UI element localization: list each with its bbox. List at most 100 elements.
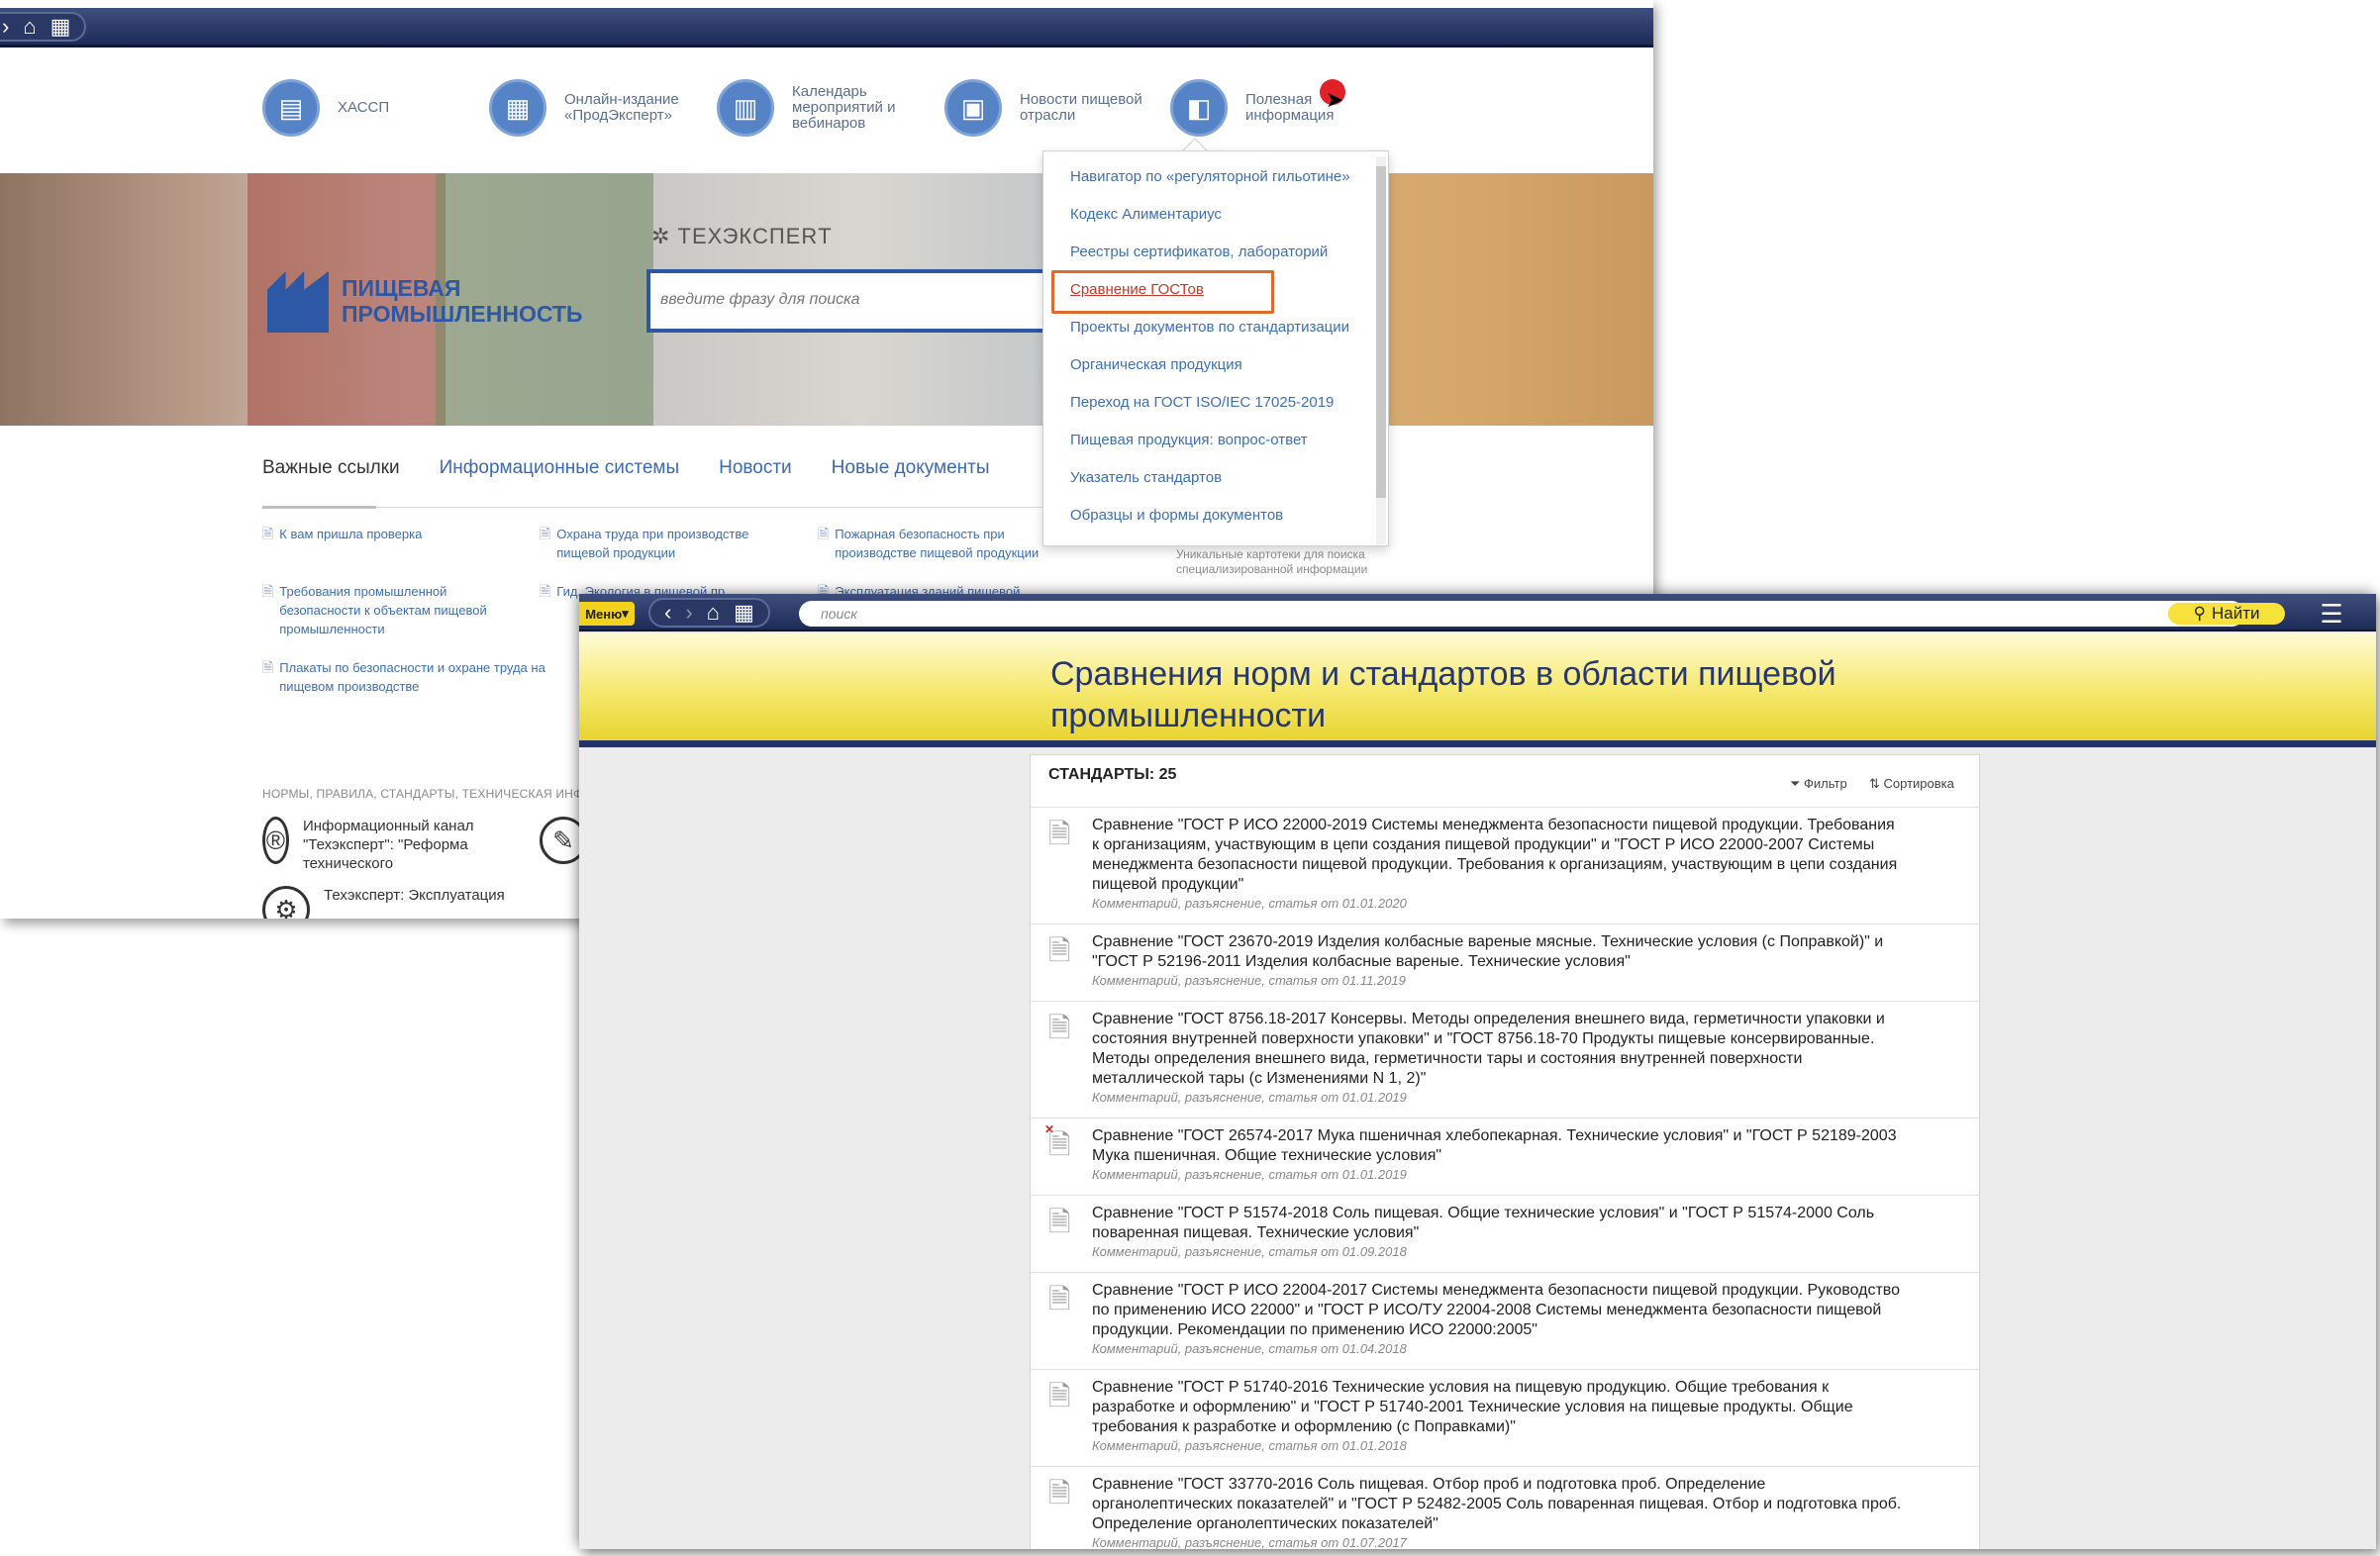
document-title-text: Сравнение "ГОСТ Р 51574-2018 Соль пищева… bbox=[1092, 1205, 1875, 1241]
link-labor-safety[interactable]: 🗎 Охрана труда при производстве пищевой п… bbox=[540, 525, 777, 562]
home-icon[interactable]: ⌂ bbox=[707, 602, 720, 624]
back-icon[interactable]: ‹ bbox=[664, 602, 671, 624]
tab-new-documents[interactable]: Новые документы bbox=[832, 457, 990, 479]
tab-info-systems[interactable]: Информационные системы bbox=[440, 457, 679, 479]
portal-toolbar: › ⌂ ▦ bbox=[0, 8, 1653, 48]
link-industrial-safety[interactable]: 🗎 Требования промышленной безопасности к … bbox=[262, 582, 510, 638]
nav-label: Онлайн-издание «ПродЭксперт» bbox=[564, 91, 679, 124]
document-row[interactable]: ✕ 🗎 Сравнение "ГОСТ 26574-2017 Мука пшен… bbox=[1031, 1118, 1979, 1195]
document-icon: 🗎 bbox=[1048, 1207, 1071, 1237]
dropdown-item[interactable]: Органическая продукция bbox=[1070, 356, 1242, 373]
document-row[interactable]: 🗎 Сравнение "ГОСТ Р ИСО 22004-2017 Систе… bbox=[1031, 1272, 1979, 1369]
brand-text: ТЕХЭКСПЕRТ bbox=[677, 224, 833, 248]
dropdown-item[interactable]: Указатель стандартов bbox=[1070, 469, 1222, 486]
document-title[interactable]: Сравнение "ГОСТ Р 51740-2016 Технические… bbox=[1092, 1378, 1904, 1454]
nav-label: Календарь мероприятий и вебинаров bbox=[792, 83, 896, 132]
sort-label: Сортировка bbox=[1883, 776, 1954, 791]
nav-useful-info[interactable]: ◧ Полезная информация bbox=[1170, 79, 1344, 137]
document-title[interactable]: Сравнение "ГОСТ 23670-2019 Изделия колба… bbox=[1092, 932, 1904, 989]
portal-logo[interactable]: ПИЩЕВАЯ ПРОМЫШЛЕННОСТЬ bbox=[267, 267, 594, 346]
dropdown-item[interactable]: Переход на ГОСТ ISO/IEC 17025-2019 bbox=[1070, 394, 1334, 411]
document-title[interactable]: Сравнение "ГОСТ 8756.18-2017 Консервы. М… bbox=[1092, 1010, 1904, 1106]
tab-important-links[interactable]: Важные ссылки bbox=[262, 457, 400, 479]
document-meta: Комментарий, разъяснение, статья от 01.1… bbox=[1092, 973, 1406, 988]
find-label: Найти bbox=[2211, 604, 2260, 623]
document-title[interactable]: Сравнение "ГОСТ Р ИСО 22004-2017 Системы… bbox=[1092, 1281, 1904, 1357]
page-title: Сравнения норм и стандартов в области пи… bbox=[1050, 655, 1836, 734]
magnifier-icon: ⚲ bbox=[2193, 604, 2206, 623]
link-fire-safety[interactable]: 🗎 Пожарная безопасность при производстве … bbox=[818, 525, 1065, 562]
card-index-note: Уникальные картотеки для поиска специали… bbox=[1176, 547, 1368, 576]
document-icon: 🗎 bbox=[1048, 935, 1071, 966]
nav-prodexpert[interactable]: ▦ Онлайн-издание «ПродЭксперт» bbox=[489, 79, 693, 137]
dropdown-item[interactable]: Навигатор по «регуляторной гильотине» bbox=[1070, 168, 1350, 185]
nav-label: ХАССП bbox=[338, 99, 390, 116]
document-title[interactable]: Сравнение "ГОСТ 33770-2016 Соль пищевая.… bbox=[1092, 1475, 1904, 1549]
standards-toolbar: Меню ▾ ‹ › ⌂ ▦ поиск ⚲ Найти ☰ bbox=[579, 594, 2376, 632]
calendar-icon: ▥ bbox=[717, 79, 774, 137]
document-row[interactable]: 🗎 Сравнение "ГОСТ Р 51574-2018 Соль пище… bbox=[1031, 1195, 1979, 1272]
dropdown-item[interactable]: Кодекс Алиментариус bbox=[1070, 206, 1222, 223]
menu-button[interactable]: Меню ▾ bbox=[579, 602, 635, 626]
home-icon[interactable]: ⌂ bbox=[23, 16, 36, 38]
sort-button[interactable]: ⇅ Сортировка bbox=[1869, 776, 1954, 792]
dropdown-item[interactable]: Образцы и формы документов bbox=[1070, 507, 1283, 524]
portal-nav-pill: › ⌂ ▦ bbox=[0, 12, 87, 42]
useful-info-dropdown: Навигатор по «регуляторной гильотине» Ко… bbox=[1042, 150, 1389, 546]
channel-operation[interactable]: ⚙ Техэксперт: Эксплуатация bbox=[262, 886, 520, 919]
document-title-text: Сравнение "ГОСТ 26574-2017 Мука пшенична… bbox=[1092, 1127, 1897, 1164]
document-title[interactable]: Сравнение "ГОСТ Р ИСО 22000-2019 Системы… bbox=[1092, 816, 1904, 912]
document-row[interactable]: 🗎 Сравнение "ГОСТ 33770-2016 Соль пищева… bbox=[1031, 1466, 1979, 1549]
link-inspection[interactable]: 🗎 К вам пришла проверка bbox=[262, 525, 510, 543]
document-title-text: Сравнение "ГОСТ 8756.18-2017 Консервы. М… bbox=[1092, 1011, 1885, 1087]
tab-news[interactable]: Новости bbox=[719, 457, 792, 479]
folders-icon: ▤ bbox=[262, 79, 320, 137]
link-text: Охрана труда при производстве пищевой пр… bbox=[556, 527, 749, 560]
dropdown-item[interactable]: Проекты документов по стандартизации bbox=[1070, 319, 1349, 336]
hero-photo-bread bbox=[1386, 173, 1653, 426]
forward-icon[interactable]: › bbox=[685, 602, 692, 624]
factory-icon bbox=[267, 271, 329, 333]
nav-news[interactable]: ▣ Новости пищевой отрасли bbox=[944, 79, 1158, 137]
grid-icon[interactable]: ▦ bbox=[734, 602, 754, 624]
document-icon: 🗎 bbox=[262, 659, 274, 675]
standards-search-input[interactable]: поиск bbox=[799, 601, 2244, 627]
document-icon: 🗎 bbox=[262, 583, 274, 599]
document-meta: Комментарий, разъяснение, статья от 01.0… bbox=[1092, 1535, 1407, 1549]
dropdown-scrollbar-thumb[interactable] bbox=[1376, 166, 1386, 498]
channel-reform[interactable]: ® Информационный канал "Техэксперт": "Ре… bbox=[262, 817, 520, 873]
document-meta: Комментарий, разъяснение, статья от 01.0… bbox=[1092, 896, 1407, 911]
document-row[interactable]: 🗎 Сравнение "ГОСТ 23670-2019 Изделия кол… bbox=[1031, 924, 1979, 1001]
document-icon: 🗎 bbox=[262, 526, 274, 541]
nav-haccp[interactable]: ▤ ХАССП bbox=[262, 79, 389, 137]
dropdown-item[interactable]: Пищевая продукция: вопрос-ответ bbox=[1070, 432, 1308, 448]
link-posters[interactable]: 🗎 Плакаты по безопасности и охране труда … bbox=[262, 658, 589, 696]
caret-down-icon: ▾ bbox=[622, 606, 629, 621]
document-title[interactable]: Сравнение "ГОСТ Р 51574-2018 Соль пищева… bbox=[1092, 1204, 1904, 1260]
document-icon: 🗎 bbox=[540, 583, 551, 599]
back-arrow-icon[interactable]: › bbox=[2, 16, 9, 38]
portal-search-input[interactable]: введите фразу для поиска bbox=[646, 269, 1062, 333]
find-button[interactable]: ⚲ Найти bbox=[2168, 603, 2285, 625]
brand-mark: ✲ ТЕХЭКСПЕRТ bbox=[651, 224, 833, 249]
standards-count: СТАНДАРТЫ: 25 bbox=[1048, 766, 1177, 783]
hamburger-menu-icon[interactable]: ☰ bbox=[2317, 600, 2346, 628]
document-title-text: Сравнение "ГОСТ 33770-2016 Соль пищевая.… bbox=[1092, 1476, 1902, 1532]
document-title[interactable]: Сравнение "ГОСТ 26574-2017 Мука пшенична… bbox=[1092, 1126, 1904, 1183]
newspaper-icon: ▣ bbox=[944, 79, 1002, 137]
nav-calendar[interactable]: ▥ Календарь мероприятий и вебинаров bbox=[717, 79, 901, 137]
info-board-icon: ◧ bbox=[1170, 79, 1228, 137]
document-icon: 🗎 bbox=[1048, 1381, 1071, 1411]
filter-button[interactable]: ⏷ Фильтр bbox=[1790, 776, 1847, 792]
dropdown-item[interactable]: Реестры сертификатов, лабораторий bbox=[1070, 243, 1328, 260]
document-row[interactable]: 🗎 Сравнение "ГОСТ Р 51740-2016 Техническ… bbox=[1031, 1369, 1979, 1466]
grid-icon[interactable]: ▦ bbox=[50, 16, 71, 38]
document-icon: 🗎 bbox=[1048, 1013, 1071, 1043]
document-row[interactable]: 🗎 Сравнение "ГОСТ 8756.18-2017 Консервы.… bbox=[1031, 1001, 1979, 1118]
document-row[interactable]: 🗎 Сравнение "ГОСТ Р ИСО 22000-2019 Систе… bbox=[1031, 807, 1979, 924]
search-placeholder: введите фразу для поиска bbox=[660, 291, 860, 308]
document-title-text: Сравнение "ГОСТ Р 51740-2016 Технические… bbox=[1092, 1379, 1853, 1435]
search-placeholder: поиск bbox=[821, 606, 857, 622]
document-icon: 🗎 bbox=[1048, 1129, 1071, 1160]
document-icon: 🗎 bbox=[540, 526, 551, 541]
